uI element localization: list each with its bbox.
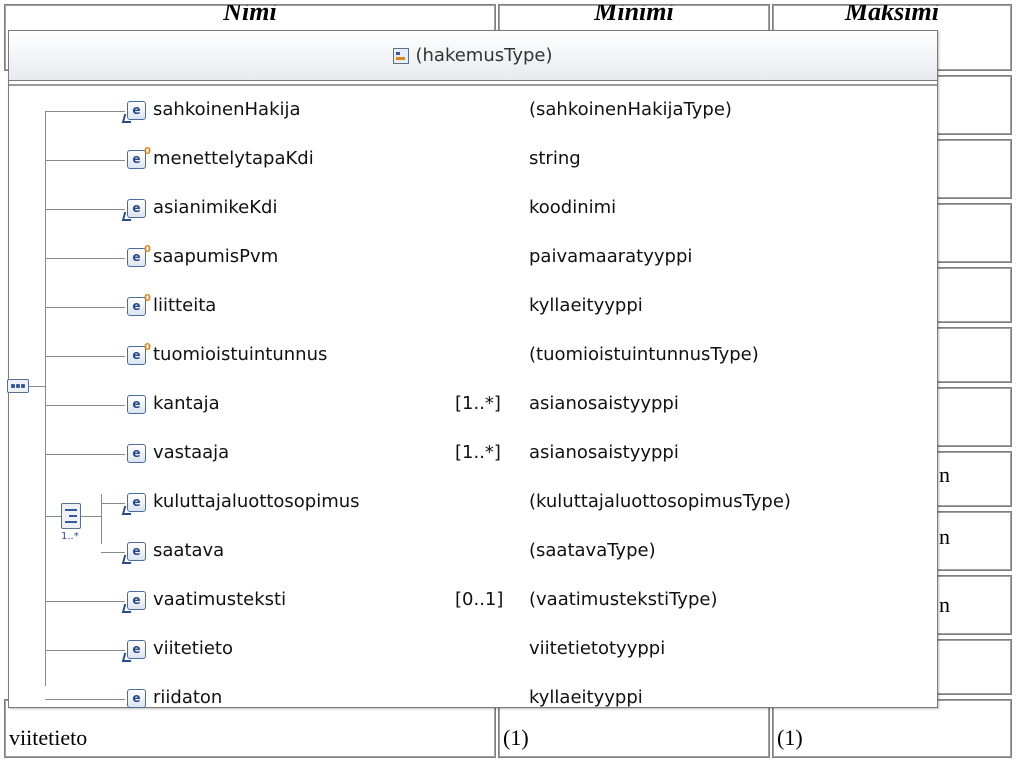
element-type: koodinimi [529,197,617,218]
element-type: viitetietotyyppi [529,638,666,659]
element-ref-icon: e [127,542,146,561]
element-name[interactable]: liitteita [153,295,216,316]
tree-branch-line [45,258,125,259]
element-optional-icon: e [127,144,151,169]
element-name[interactable]: kantaja [153,393,220,414]
element-name[interactable]: viitetieto [153,638,233,659]
element-type: paivamaaratyyppi [529,246,693,267]
element-cardinality: [0..1] [455,589,504,610]
tree-branch-line [45,209,125,210]
tree-branch-line [45,454,125,455]
element-name[interactable]: saatava [153,540,224,561]
element-type: (vaatimustekstiType) [529,589,718,610]
element-ref-icon: e [127,591,146,610]
element-type: kyllaeityyppi [529,687,643,708]
element-optional-icon: e [127,291,151,316]
tree-branch-line [45,160,125,161]
element-type: (sahkoinenHakijaType) [529,99,732,120]
sequence-compositor-icon[interactable] [7,379,29,393]
element-name[interactable]: riidaton [153,687,222,708]
tree-branch-line [45,601,125,602]
choice-cardinality: 1..* [61,531,79,542]
element-type: asianosaistyyppi [529,442,679,463]
element-ref-icon: e [127,101,146,120]
element-cardinality: [1..*] [455,393,501,414]
element-name[interactable]: asianimikeKdi [153,197,277,218]
element-name[interactable]: vaatimusteksti [153,589,286,610]
element-icon: e [127,444,146,463]
element-optional-icon: e [127,340,151,365]
tree-branch-line [45,356,125,357]
element-optional-icon: e [127,242,151,267]
tree-branch-line [45,307,125,308]
schema-diagram[interactable]: (hakemusType) 1..* e sahkoinenHakija (sahk… [7,30,938,708]
element-cardinality: [1..*] [455,442,501,463]
diagram-header: (hakemusType) [9,31,937,81]
diagram-title: (hakemusType) [9,45,937,66]
choice-connector-line [45,516,61,517]
element-ref-icon: e [127,199,146,218]
tree-branch-line [45,405,125,406]
choice-branch-line [101,494,102,544]
choice-compositor-icon[interactable] [61,503,81,529]
element-type: (saatavaType) [529,540,656,561]
tree-branch-line [101,503,125,504]
element-type: string [529,148,581,169]
element-type: asianosaistyyppi [529,393,679,414]
header-separator [9,84,937,86]
element-ref-icon: e [127,640,146,659]
element-name[interactable]: menettelytapaKdi [153,148,314,169]
element-name[interactable]: saapumisPvm [153,246,278,267]
tree-root-line [29,386,45,387]
tree-trunk-line [45,111,46,686]
choice-connector-line [81,516,101,517]
element-name[interactable]: tuomioistuintunnus [153,344,327,365]
element-type: (kuluttajaluottosopimusType) [529,491,791,512]
element-name[interactable]: vastaaja [153,442,229,463]
tree-branch-line [101,552,125,553]
tree-branch-line [45,111,125,112]
complex-type-icon [393,48,410,64]
element-icon: e [127,395,146,414]
element-name[interactable]: sahkoinenHakija [153,99,301,120]
element-icon: e [127,689,146,708]
tree-branch-line [45,699,125,700]
element-ref-icon: e [127,493,146,512]
element-name[interactable]: kuluttajaluottosopimus [153,491,360,512]
tree-branch-line [45,650,125,651]
element-type: kyllaeityyppi [529,295,643,316]
element-type: (tuomioistuintunnusType) [529,344,759,365]
